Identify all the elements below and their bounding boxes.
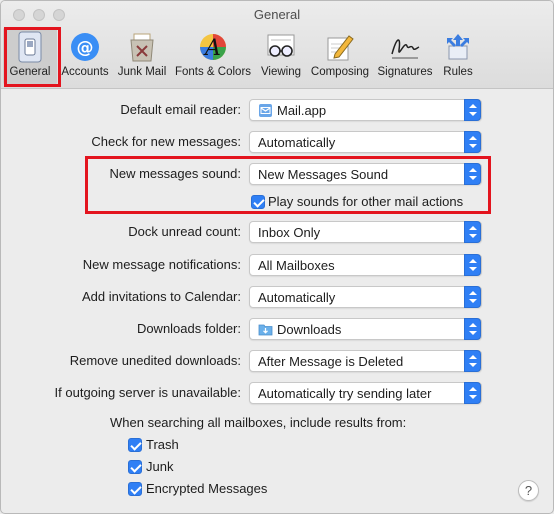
new-messages-sound-value: New Messages Sound — [258, 167, 389, 182]
notifications-popup[interactable]: All Mailboxes — [249, 254, 482, 276]
tab-viewing-label: Viewing — [260, 66, 302, 78]
remove-downloads-popup[interactable]: After Message is Deleted — [249, 350, 482, 372]
popup-arrows-icon — [464, 163, 481, 185]
outgoing-server-label: If outgoing server is unavailable: — [54, 385, 241, 400]
tab-junk-mail-label: Junk Mail — [117, 66, 167, 78]
tab-rules[interactable]: Rules — [437, 27, 479, 85]
window-title: General — [253, 7, 301, 22]
tab-composing-label: Composing — [310, 66, 370, 78]
default-email-reader-row: Default email reader: Mail.app — [1, 99, 553, 121]
downloads-folder-popup[interactable]: Downloads — [249, 318, 482, 340]
downloads-folder-row: Downloads folder: Downloads — [1, 318, 553, 340]
dock-unread-label: Dock unread count: — [128, 224, 241, 239]
preferences-toolbar: General @ Accounts Junk Mail A Fonts & C… — [3, 27, 479, 85]
font-palette-icon: A — [197, 31, 229, 63]
check-messages-row: Check for new messages: Automatically — [1, 131, 553, 153]
popup-arrows-icon — [464, 382, 481, 404]
default-email-reader-value: Mail.app — [277, 103, 327, 118]
titlebar: General General @ Accounts Junk Mail A F… — [1, 1, 553, 89]
search-junk-checkbox[interactable] — [128, 460, 142, 474]
tab-accounts-label: Accounts — [61, 66, 109, 78]
pencil-paper-icon — [324, 31, 356, 63]
play-sounds-label: Play sounds for other mail actions — [268, 194, 464, 209]
search-trash-label: Trash — [146, 437, 179, 452]
notifications-label: New message notifications: — [82, 257, 241, 272]
svg-text:A: A — [203, 36, 221, 61]
at-sign-icon: @ — [69, 31, 101, 63]
tab-composing[interactable]: Composing — [307, 27, 373, 85]
search-trash-checkbox[interactable] — [128, 438, 142, 452]
tab-junk-mail[interactable]: Junk Mail — [113, 27, 171, 85]
svg-text:@: @ — [77, 38, 94, 58]
switch-icon — [14, 31, 46, 63]
tab-viewing[interactable]: Viewing — [255, 27, 307, 85]
play-sounds-checkbox[interactable] — [251, 195, 265, 209]
dock-unread-popup[interactable]: Inbox Only — [249, 221, 482, 243]
help-button[interactable]: ? — [518, 480, 539, 501]
trash-bin-icon — [126, 31, 158, 63]
dock-unread-row: Dock unread count: Inbox Only — [1, 221, 553, 243]
new-messages-sound-row: New messages sound: New Messages Sound — [1, 163, 553, 185]
invitations-row: Add invitations to Calendar: Automatical… — [1, 286, 553, 308]
tab-rules-label: Rules — [443, 66, 473, 78]
check-messages-value: Automatically — [258, 135, 336, 150]
invitations-popup[interactable]: Automatically — [249, 286, 482, 308]
search-encrypted-checkbox[interactable] — [128, 482, 142, 496]
search-encrypted-label: Encrypted Messages — [146, 481, 268, 496]
downloads-folder-value: Downloads — [277, 322, 342, 337]
popup-arrows-icon — [464, 286, 481, 308]
default-email-reader-label: Default email reader: — [120, 102, 241, 117]
popup-arrows-icon — [464, 254, 481, 276]
notifications-value: All Mailboxes — [258, 258, 335, 273]
popup-arrows-icon — [464, 99, 481, 121]
outgoing-server-row: If outgoing server is unavailable: Autom… — [1, 382, 553, 404]
remove-downloads-label: Remove unedited downloads: — [69, 353, 241, 368]
remove-downloads-value: After Message is Deleted — [258, 354, 404, 369]
popup-arrows-icon — [464, 350, 481, 372]
mail-app-icon — [259, 104, 272, 117]
popup-arrows-icon — [464, 318, 481, 340]
new-messages-sound-popup[interactable]: New Messages Sound — [249, 163, 482, 185]
tab-accounts[interactable]: @ Accounts — [57, 27, 113, 85]
popup-arrows-icon — [464, 221, 481, 243]
search-results-heading: When searching all mailboxes, include re… — [110, 415, 407, 430]
downloads-folder-label: Downloads folder: — [136, 321, 241, 336]
tab-fonts-colors[interactable]: A Fonts & Colors — [171, 27, 255, 85]
invitations-value: Automatically — [258, 290, 336, 305]
tab-general-label: General — [9, 66, 51, 78]
remove-downloads-row: Remove unedited downloads: After Message… — [1, 350, 553, 372]
folder-icon — [258, 324, 273, 336]
notifications-row: New message notifications: All Mailboxes — [1, 254, 553, 276]
check-messages-popup[interactable]: Automatically — [249, 131, 482, 153]
default-email-reader-popup[interactable]: Mail.app — [249, 99, 482, 121]
popup-arrows-icon — [464, 131, 481, 153]
outgoing-server-popup[interactable]: Automatically try sending later — [249, 382, 482, 404]
invitations-label: Add invitations to Calendar: — [82, 289, 241, 304]
tab-general[interactable]: General — [3, 27, 57, 85]
preferences-window: General General @ Accounts Junk Mail A F… — [0, 0, 554, 514]
tab-signatures[interactable]: Signatures — [373, 27, 437, 85]
signature-icon — [389, 31, 421, 63]
outgoing-server-value: Automatically try sending later — [258, 386, 432, 401]
check-messages-label: Check for new messages: — [91, 134, 241, 149]
glasses-icon — [265, 31, 297, 63]
tab-fonts-colors-label: Fonts & Colors — [174, 66, 252, 78]
search-junk-label: Junk — [146, 459, 174, 474]
dock-unread-value: Inbox Only — [258, 225, 321, 240]
rules-arrows-icon — [442, 31, 474, 63]
new-messages-sound-label: New messages sound: — [109, 166, 241, 181]
tab-signatures-label: Signatures — [377, 66, 433, 78]
